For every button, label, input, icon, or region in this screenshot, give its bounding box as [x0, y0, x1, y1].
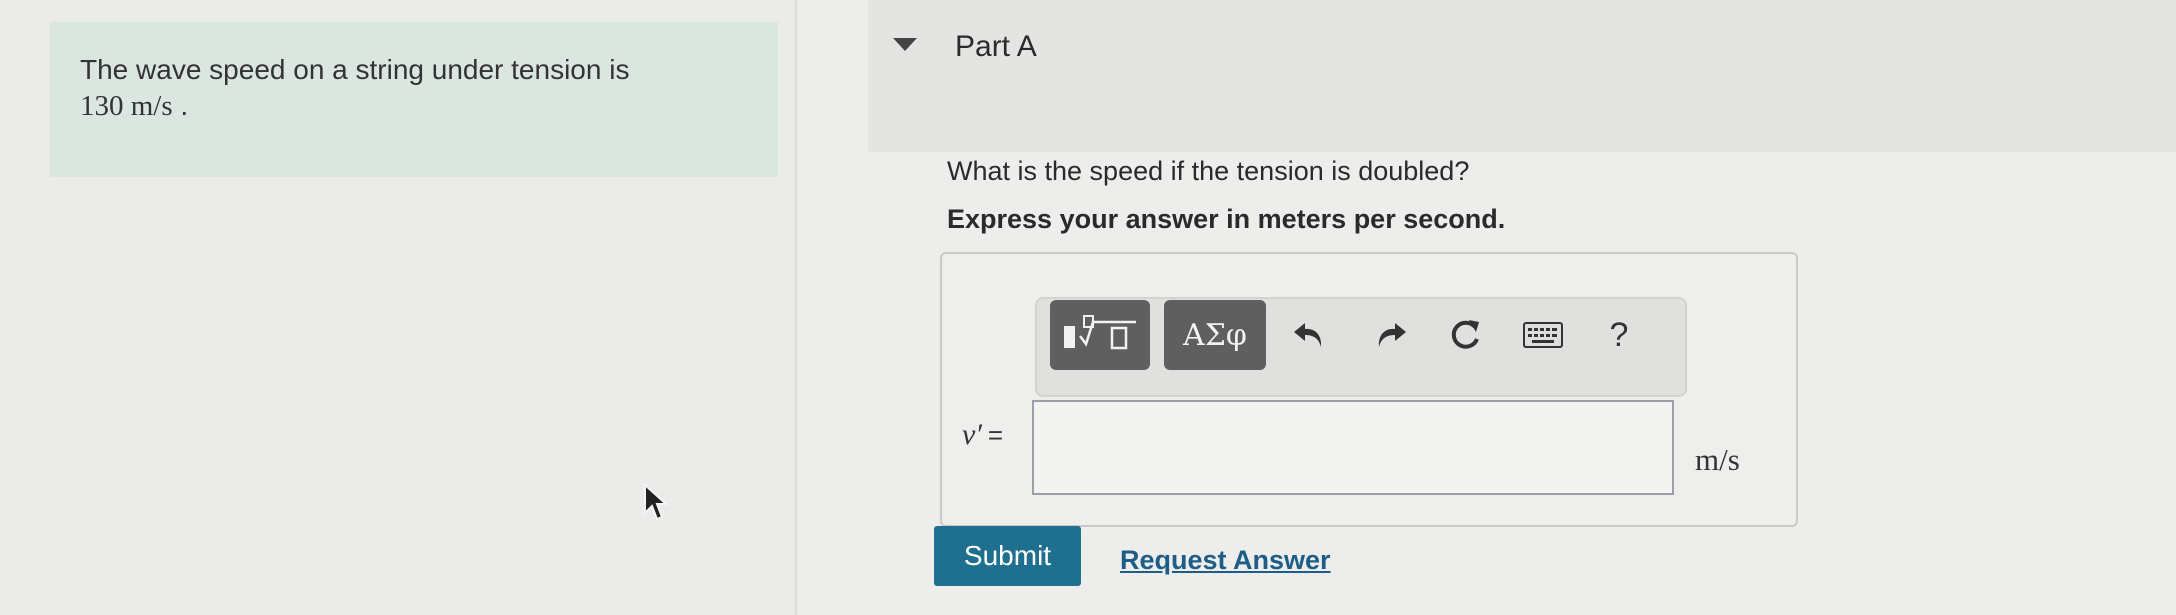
undo-button[interactable]: [1286, 312, 1332, 358]
intro-sentence: The wave speed on a string under tension…: [80, 54, 630, 85]
keyboard-button[interactable]: [1520, 312, 1566, 358]
symbols-button[interactable]: ΑΣφ: [1164, 300, 1266, 370]
undo-icon: [1294, 323, 1322, 347]
collapse-caret-icon[interactable]: [893, 38, 917, 51]
keyboard-icon: [1523, 322, 1563, 348]
instruction-text: Express your answer in meters per second…: [947, 204, 1506, 234]
part-header[interactable]: [868, 0, 2176, 152]
problem-intro-text: The wave speed on a string under tension…: [80, 52, 748, 124]
unit-label: m/s: [1695, 442, 1740, 477]
equals-sign: =: [987, 420, 1004, 450]
variable-symbol: v′: [962, 418, 982, 451]
templates-icon: [1064, 315, 1136, 350]
submit-button[interactable]: Submit: [934, 526, 1081, 586]
answer-input[interactable]: [1032, 400, 1674, 495]
mouse-pointer-icon: [644, 483, 669, 521]
answer-variable-label: v′ =: [962, 418, 1003, 452]
reset-icon: [1451, 320, 1479, 349]
redo-icon: [1378, 323, 1406, 347]
reset-button[interactable]: [1442, 312, 1488, 358]
help-button[interactable]: ?: [1596, 312, 1642, 358]
redo-button[interactable]: [1368, 312, 1414, 358]
templates-button[interactable]: [1050, 300, 1150, 370]
request-answer-link[interactable]: Request Answer: [1120, 545, 1331, 576]
problem-intro-box: The wave speed on a string under tension…: [50, 22, 778, 177]
left-pane: The wave speed on a string under tension…: [0, 0, 795, 615]
intro-value: 130 m/s: [80, 90, 173, 122]
question-text: What is the speed if the tension is doub…: [947, 156, 1470, 186]
intro-period: .: [172, 90, 189, 121]
part-title[interactable]: Part A: [955, 30, 1037, 64]
